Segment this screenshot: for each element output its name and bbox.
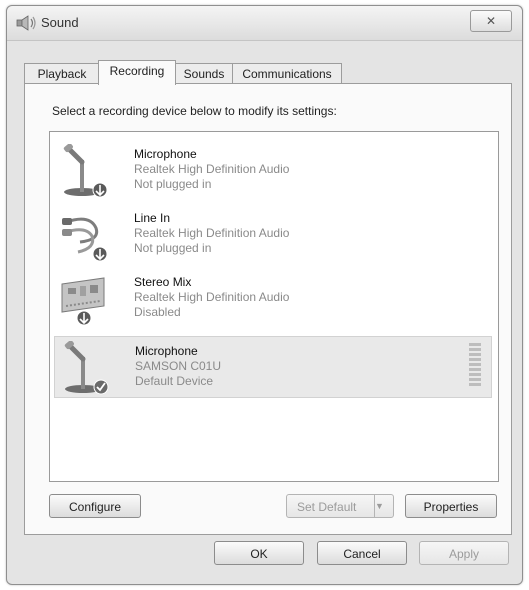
speaker-icon <box>16 15 36 31</box>
device-driver: Realtek High Definition Audio <box>134 226 290 240</box>
device-item-microphone-realtek[interactable]: Microphone Realtek High Definition Audio… <box>54 140 492 200</box>
properties-button[interactable]: Properties <box>405 494 497 518</box>
device-list[interactable]: Microphone Realtek High Definition Audio… <box>49 131 499 482</box>
line-in-cable-icon <box>62 217 108 262</box>
microphone-icon <box>64 341 109 395</box>
device-status: Default Device <box>135 374 214 388</box>
tab-communications[interactable]: Communications <box>232 63 342 84</box>
device-item-stereo-mix[interactable]: Stereo Mix Realtek High Definition Audio… <box>54 268 492 328</box>
apply-button[interactable]: Apply <box>419 541 509 565</box>
device-item-microphone-samson[interactable]: Microphone SAMSON C01U Default Device <box>54 336 492 398</box>
close-button[interactable]: ✕ <box>470 10 512 32</box>
device-item-line-in[interactable]: Line In Realtek High Definition Audio No… <box>54 204 492 264</box>
microphone-icon <box>63 144 108 198</box>
cancel-button[interactable]: Cancel <box>317 541 407 565</box>
device-name: Microphone <box>135 344 198 358</box>
set-default-split-button[interactable]: Set Default ▼ <box>286 494 394 518</box>
tab-sounds[interactable]: Sounds <box>174 63 234 84</box>
window-title: Sound <box>41 15 79 30</box>
chevron-down-icon[interactable]: ▼ <box>374 495 393 517</box>
check-badge <box>93 379 109 395</box>
close-icon: ✕ <box>485 14 497 28</box>
sound-dialog: Sound ✕ Playback Recording Sounds Commun… <box>6 5 523 585</box>
tab-playback[interactable]: Playback <box>24 63 100 84</box>
device-name: Line In <box>134 211 171 225</box>
title-bar[interactable]: Sound ✕ <box>7 6 522 41</box>
down-arrow-badge <box>92 182 108 198</box>
device-name: Microphone <box>134 147 197 161</box>
device-driver: SAMSON C01U <box>135 359 222 373</box>
device-status: Not plugged in <box>134 177 212 191</box>
device-status: Disabled <box>134 305 181 319</box>
device-driver: Realtek High Definition Audio <box>134 162 290 176</box>
configure-button[interactable]: Configure <box>49 494 141 518</box>
down-arrow-badge <box>92 246 108 262</box>
down-arrow-badge <box>76 310 92 326</box>
ok-button[interactable]: OK <box>214 541 304 565</box>
tab-recording[interactable]: Recording <box>98 60 176 85</box>
device-name: Stereo Mix <box>134 275 192 289</box>
recording-panel: Select a recording device below to modif… <box>24 83 512 535</box>
device-status: Not plugged in <box>134 241 212 255</box>
level-meter <box>469 343 481 386</box>
sound-card-icon <box>61 277 105 326</box>
instruction-text: Select a recording device below to modif… <box>52 104 337 118</box>
device-driver: Realtek High Definition Audio <box>134 290 290 304</box>
